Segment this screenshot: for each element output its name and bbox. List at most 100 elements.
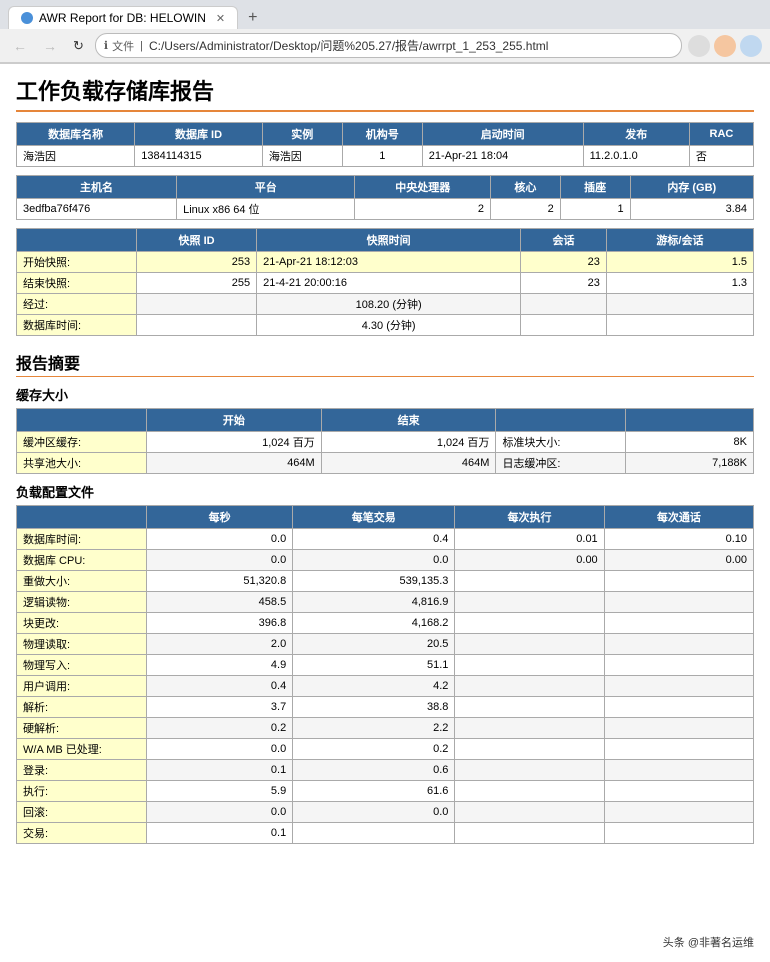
load-row-per-call	[604, 802, 753, 823]
refresh-button[interactable]: ↻	[68, 36, 89, 56]
load-row-label: 数据库时间:	[17, 529, 147, 550]
host-platform-cell: Linux x86 64 位	[177, 199, 355, 220]
load-row-per-txn: 0.4	[293, 529, 455, 550]
back-button[interactable]: ←	[8, 36, 32, 56]
load-row-per-sec: 0.1	[147, 823, 293, 844]
cache-row-buffer: 缓冲区缓存: 1,024 百万 1,024 百万 标准块大小: 8K	[17, 432, 754, 453]
load-row-label: 解析:	[17, 697, 147, 718]
load-row-per-sec: 5.9	[147, 781, 293, 802]
load-row-per-call	[604, 760, 753, 781]
host-col-cpu: 中央处理器	[355, 176, 491, 199]
snap-end-sessions: 23	[521, 273, 607, 294]
snap-elapsed-label: 经过:	[17, 294, 137, 315]
load-row-label: 物理读取:	[17, 634, 147, 655]
load-row-per-exec	[455, 613, 604, 634]
load-row-per-call	[604, 571, 753, 592]
load-profile-row: 执行: 5.9 61.6	[17, 781, 754, 802]
snap-row-end: 结束快照: 255 21-4-21 20:00:16 23 1.3	[17, 273, 754, 294]
load-row-per-exec	[455, 697, 604, 718]
address-bar[interactable]: ℹ 文件 | C:/Users/Administrator/Desktop/问题…	[95, 33, 682, 58]
watermark: 头条 @非著名运维	[657, 932, 760, 952]
load-row-per-txn: 38.8	[293, 697, 455, 718]
db-instance-cell: 海浩因	[262, 146, 342, 167]
load-profile-row: 硬解析: 0.2 2.2	[17, 718, 754, 739]
load-row-per-txn: 0.0	[293, 550, 455, 571]
load-row-label: 重做大小:	[17, 571, 147, 592]
snap-row-elapsed: 经过: 108.20 (分钟)	[17, 294, 754, 315]
host-col-name: 主机名	[17, 176, 177, 199]
db-col-instance: 实例	[262, 123, 342, 146]
load-row-per-sec: 0.4	[147, 676, 293, 697]
load-row-per-sec: 51,320.8	[147, 571, 293, 592]
snap-dbtime-id	[137, 315, 257, 336]
load-row-per-txn: 61.6	[293, 781, 455, 802]
load-profile-row: 物理写入: 4.9 51.1	[17, 655, 754, 676]
new-tab-button[interactable]: +	[242, 9, 263, 27]
host-info-row: 3edfba76f476 Linux x86 64 位 2 2 1 3.84	[17, 199, 754, 220]
load-row-per-txn: 0.0	[293, 802, 455, 823]
snap-dbtime-cursors	[606, 315, 753, 336]
file-label: 文件	[112, 38, 134, 54]
cache-size-table: 开始 结束 缓冲区缓存: 1,024 百万 1,024 百万 标准块大小: 8K…	[16, 408, 754, 474]
snap-end-id: 255	[137, 273, 257, 294]
active-tab[interactable]: AWR Report for DB: HELOWIN ✕	[8, 6, 238, 29]
load-row-per-call	[604, 718, 753, 739]
db-rac-cell: 否	[689, 146, 753, 167]
load-row-per-sec: 0.1	[147, 760, 293, 781]
snap-row-start: 开始快照: 253 21-Apr-21 18:12:03 23 1.5	[17, 252, 754, 273]
cache-col-empty	[17, 409, 147, 432]
report-title: 工作负载存储库报告	[16, 74, 754, 112]
load-config-title: 负载配置文件	[16, 482, 754, 501]
load-row-label: 硬解析:	[17, 718, 147, 739]
host-col-cores: 核心	[491, 176, 561, 199]
load-profile-row: W/A MB 已处理: 0.0 0.2	[17, 739, 754, 760]
host-memory-cell: 3.84	[630, 199, 753, 220]
cache-row-shared: 共享池大小: 464M 464M 日志缓冲区: 7,188K	[17, 453, 754, 474]
cache-shared-end: 464M	[321, 453, 496, 474]
snap-start-label: 开始快照:	[17, 252, 137, 273]
snap-start-cursors: 1.5	[606, 252, 753, 273]
load-row-per-call	[604, 697, 753, 718]
cache-col-end: 结束	[321, 409, 496, 432]
load-row-per-sec: 0.0	[147, 802, 293, 823]
tab-close-button[interactable]: ✕	[216, 12, 225, 25]
page-content: 工作负载存储库报告 数据库名称 数据库 ID 实例 机构号 启动时间 发布 RA…	[0, 64, 770, 862]
load-row-per-call: 0.10	[604, 529, 753, 550]
host-col-memory: 内存 (GB)	[630, 176, 753, 199]
load-row-per-sec: 396.8	[147, 613, 293, 634]
ext-btn-1[interactable]	[688, 35, 710, 57]
load-row-label: W/A MB 已处理:	[17, 739, 147, 760]
load-row-per-call	[604, 655, 753, 676]
forward-button[interactable]: →	[38, 36, 62, 56]
load-profile-row: 用户调用: 0.4 4.2	[17, 676, 754, 697]
tab-title: AWR Report for DB: HELOWIN	[39, 11, 206, 25]
snapshot-table: 快照 ID 快照时间 会话 游标/会话 开始快照: 253 21-Apr-21 …	[16, 228, 754, 336]
db-info-row: 海浩因 1384114315 海浩因 1 21-Apr-21 18:04 11.…	[17, 146, 754, 167]
load-profile-row: 回滚: 0.0 0.0	[17, 802, 754, 823]
cache-col-label2	[496, 409, 626, 432]
load-row-per-call	[604, 634, 753, 655]
snap-col-id: 快照 ID	[137, 229, 257, 252]
cache-buffer-val2: 8K	[626, 432, 754, 453]
snap-elapsed-id	[137, 294, 257, 315]
snap-col-sessions: 会话	[521, 229, 607, 252]
load-col-per-sec: 每秒	[147, 506, 293, 529]
db-id-cell: 1384114315	[135, 146, 263, 167]
load-row-per-sec: 458.5	[147, 592, 293, 613]
snap-dbtime-sessions	[521, 315, 607, 336]
snap-dbtime-label: 数据库时间:	[17, 315, 137, 336]
cache-size-title: 缓存大小	[16, 385, 754, 404]
load-row-per-txn: 2.2	[293, 718, 455, 739]
load-row-per-txn: 0.6	[293, 760, 455, 781]
load-row-per-exec	[455, 676, 604, 697]
ext-btn-3[interactable]	[740, 35, 762, 57]
load-row-per-sec: 0.2	[147, 718, 293, 739]
db-org-cell: 1	[342, 146, 422, 167]
load-row-per-call	[604, 676, 753, 697]
load-row-per-call: 0.00	[604, 550, 753, 571]
load-profile-row: 交易: 0.1	[17, 823, 754, 844]
snap-start-id: 253	[137, 252, 257, 273]
db-col-org: 机构号	[342, 123, 422, 146]
ext-btn-2[interactable]	[714, 35, 736, 57]
report-summary-title: 报告摘要	[16, 350, 754, 377]
